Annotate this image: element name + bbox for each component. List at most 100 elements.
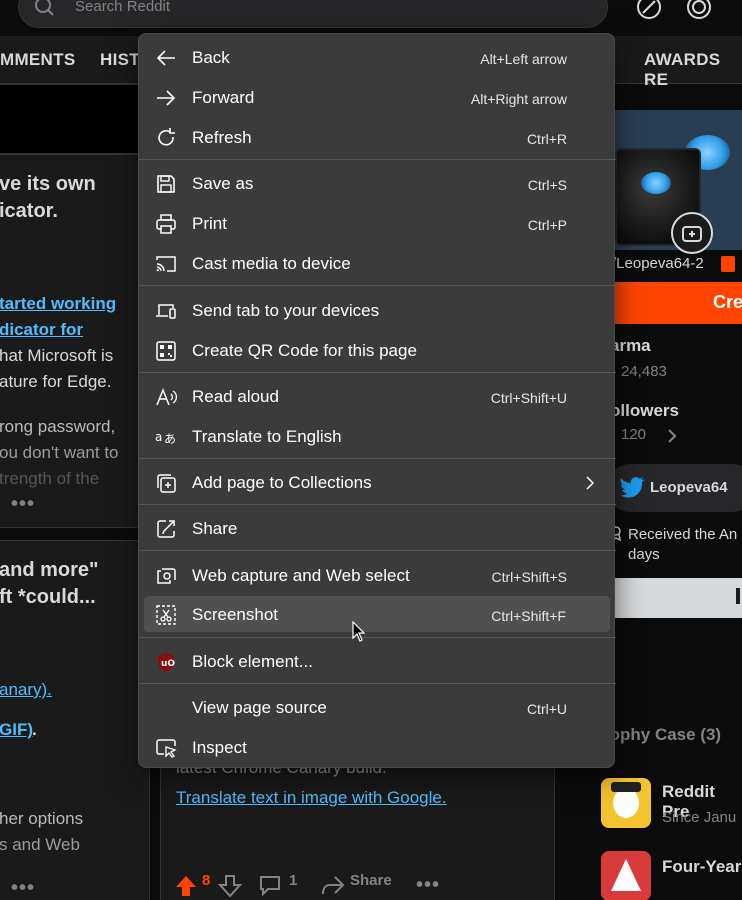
share-icon — [157, 520, 175, 538]
mouse-cursor-icon — [352, 621, 366, 642]
twitter-handle: Leopeva64 — [650, 479, 728, 496]
menu-item-label: Save as — [192, 174, 254, 193]
more-options-icon[interactable]: ••• — [11, 877, 35, 900]
coins-icon[interactable] — [684, 0, 714, 22]
trophy-four-year-icon — [601, 851, 651, 900]
menu-item-share[interactable]: Share — [139, 508, 616, 548]
read-aloud-icon — [156, 387, 177, 406]
trophy-case-title: rophy Case (3) — [603, 725, 722, 744]
menu-item-shortcut: Ctrl+Shift+U — [490, 390, 567, 406]
menu-item-add-to-collections[interactable]: Add page to Collections — [139, 462, 616, 502]
upvote-icon[interactable] — [174, 874, 198, 898]
svg-text:a: a — [155, 430, 162, 444]
inspect-icon — [156, 739, 177, 758]
search-bar[interactable]: Search Reddit — [18, 0, 608, 28]
post-card[interactable]: and more" ft *could... anary). GIF) . he… — [0, 540, 150, 900]
menu-item-label: View page source — [192, 698, 327, 717]
menu-item-screenshot[interactable]: Screenshot Ctrl+Shift+F — [144, 596, 610, 632]
menu-item-save-as[interactable]: Save as Ctrl+S — [139, 163, 616, 203]
share-button[interactable]: Share — [350, 872, 392, 889]
sidebar-button[interactable] — [612, 578, 742, 618]
share-arrow-icon[interactable] — [320, 874, 346, 896]
comment-icon[interactable] — [258, 874, 282, 896]
menu-item-shortcut: Ctrl+S — [527, 177, 567, 193]
popular-icon[interactable] — [634, 0, 664, 22]
cast-icon — [156, 256, 176, 272]
post-link[interactable]: Translate text in image with Google. — [176, 785, 447, 811]
menu-separator — [139, 458, 616, 459]
menu-item-qr-code[interactable]: Create QR Code for this page — [139, 330, 616, 370]
menu-item-shortcut: Ctrl+Shift+F — [491, 608, 566, 624]
comment-count[interactable]: 1 — [289, 872, 297, 889]
downvote-icon[interactable] — [218, 874, 242, 898]
menu-item-label: Send tab to your devices — [192, 301, 380, 320]
menu-item-inspect[interactable]: Inspect — [139, 727, 616, 767]
chevron-right-icon — [586, 476, 595, 490]
post-body-line: trength of the — [0, 469, 100, 488]
menu-item-send-tab[interactable]: Send tab to your devices — [139, 290, 616, 330]
menu-item-web-capture[interactable]: Web capture and Web select Ctrl+Shift+S — [139, 555, 616, 595]
menu-item-translate[interactable]: a あ Translate to English — [139, 416, 616, 456]
tab-history[interactable]: HIST — [100, 50, 140, 70]
post-link[interactable]: GIF) — [0, 717, 33, 743]
menu-item-print[interactable]: Print Ctrl+P — [139, 203, 616, 243]
search-icon — [35, 0, 54, 16]
menu-item-label: Refresh — [192, 128, 252, 147]
search-input[interactable]: Search Reddit — [75, 0, 170, 15]
menu-separator — [139, 285, 616, 286]
followers-value[interactable]: 120 — [621, 426, 646, 443]
context-menu: Back Alt+Left arrow Forward Alt+Right ar… — [138, 33, 616, 768]
menu-item-label: Screenshot — [192, 605, 278, 624]
chevron-right-icon[interactable] — [666, 428, 678, 444]
menu-item-shortcut: Alt+Left arrow — [480, 51, 567, 67]
menu-item-label: Inspect — [192, 738, 247, 757]
menu-item-forward[interactable]: Forward Alt+Right arrow — [139, 77, 616, 117]
post-title-line[interactable]: ve its own — [0, 171, 96, 198]
devices-icon — [156, 304, 176, 319]
post-banner — [0, 84, 148, 154]
post-body-line: hat Microsoft is — [0, 346, 114, 365]
award-text: days — [628, 546, 660, 563]
post-text: . — [32, 720, 37, 739]
menu-item-label: Block element... — [192, 652, 313, 671]
menu-item-cast-media[interactable]: Cast media to device — [139, 243, 616, 283]
tab-comments[interactable]: MMENTS — [0, 50, 75, 70]
ublock-shield-icon: uO — [158, 653, 175, 672]
post-title-line[interactable]: and more" — [0, 557, 99, 584]
menu-item-label: Forward — [192, 88, 255, 107]
post-body-line: rong password, — [0, 417, 116, 436]
more-options-icon[interactable]: ••• — [416, 874, 440, 897]
menu-item-block-element[interactable]: uO Block element... — [139, 641, 616, 681]
post-title-line[interactable]: icator. — [0, 198, 58, 225]
tab-awards-received[interactable]: AWARDS RE — [644, 50, 742, 90]
menu-item-label: Web capture and Web select — [192, 566, 410, 585]
menu-item-shortcut: Alt+Right arrow — [470, 91, 567, 107]
menu-item-read-aloud[interactable]: Read aloud Ctrl+Shift+U — [139, 376, 616, 416]
post-body-line: her options — [0, 809, 84, 828]
award-text: Received the An — [628, 526, 738, 543]
trophy-premium-icon — [601, 778, 651, 828]
menu-separator — [139, 159, 616, 160]
menu-item-back[interactable]: Back Alt+Left arrow — [139, 37, 616, 77]
menu-item-view-page-source[interactable]: View page source Ctrl+U — [139, 687, 616, 727]
menu-separator — [139, 504, 616, 505]
mod-shield-icon — [721, 256, 735, 272]
vote-count: 8 — [202, 872, 211, 889]
more-options-icon[interactable]: ••• — [11, 493, 35, 516]
post-link[interactable]: anary). — [0, 677, 52, 703]
refresh-icon — [158, 128, 175, 146]
menu-separator — [139, 637, 616, 638]
create-post-button[interactable]: Cre — [612, 282, 742, 324]
post-link[interactable]: dicator for — [0, 317, 83, 343]
menu-item-refresh[interactable]: Refresh Ctrl+R — [139, 117, 616, 157]
social-link-twitter[interactable]: Leopeva64 — [606, 464, 742, 512]
trophy-date: Since Janu — [662, 809, 737, 826]
add-photo-button[interactable] — [671, 212, 713, 254]
post-title-line[interactable]: ft *could... — [0, 584, 96, 611]
menu-item-shortcut: Ctrl+Shift+S — [491, 569, 567, 585]
back-arrow-icon — [156, 50, 175, 66]
menu-separator — [139, 372, 616, 373]
translate-icon: a あ — [155, 430, 176, 446]
post-link[interactable]: tarted working — [0, 291, 116, 317]
post-card[interactable]: ve its own icator. tarted working dicato… — [0, 154, 150, 528]
